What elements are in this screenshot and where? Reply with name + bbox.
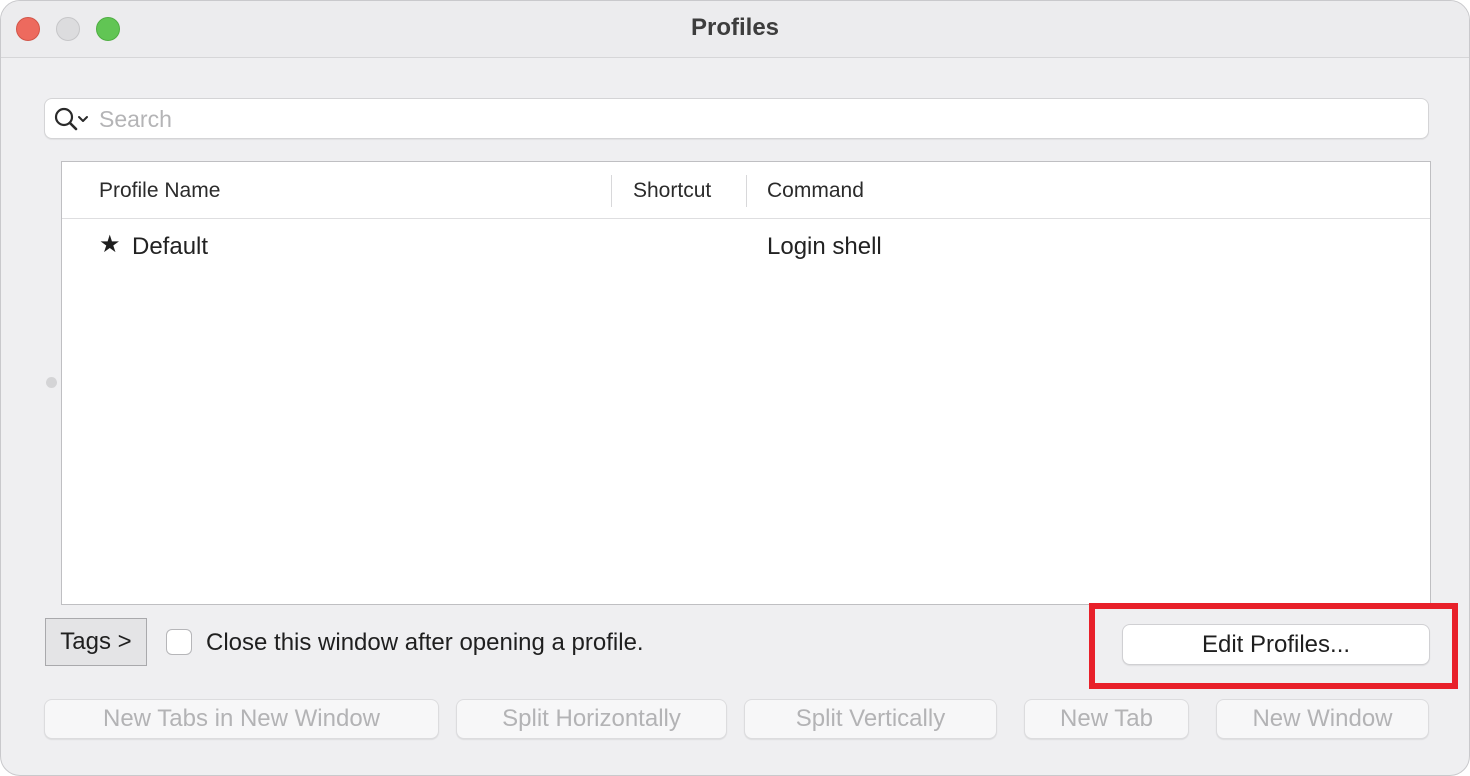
title-bar[interactable]: Profiles bbox=[1, 1, 1469, 58]
window-title: Profiles bbox=[690, 14, 780, 41]
column-header-command[interactable]: Command bbox=[767, 179, 864, 203]
close-after-open-checkbox[interactable] bbox=[166, 629, 192, 655]
search-field[interactable] bbox=[44, 98, 1429, 139]
split-horizontally-button[interactable]: Split Horizontally bbox=[456, 699, 727, 739]
new-tabs-in-new-window-button[interactable]: New Tabs in New Window bbox=[44, 699, 439, 739]
chevron-down-icon bbox=[78, 116, 88, 122]
profile-name-cell: Default bbox=[132, 233, 209, 260]
profiles-table[interactable]: Profile Name Shortcut Command ★ Default … bbox=[61, 161, 1431, 605]
command-cell: Login shell bbox=[767, 233, 882, 260]
resize-handle[interactable] bbox=[46, 377, 57, 388]
table-row[interactable]: ★ Default Login shell bbox=[62, 219, 1430, 275]
profiles-window: Profiles Profile Name Shortcut Command ★… bbox=[0, 0, 1470, 776]
split-vertically-button[interactable]: Split Vertically bbox=[744, 699, 997, 739]
close-after-open-label[interactable]: Close this window after opening a profil… bbox=[206, 629, 644, 657]
tags-toggle-button[interactable]: Tags > bbox=[45, 618, 147, 666]
new-window-button[interactable]: New Window bbox=[1216, 699, 1429, 739]
column-header-profile-name[interactable]: Profile Name bbox=[99, 179, 220, 203]
column-separator[interactable] bbox=[611, 175, 612, 207]
highlight-annotation bbox=[1089, 603, 1458, 689]
column-header-shortcut[interactable]: Shortcut bbox=[633, 179, 711, 203]
search-input[interactable] bbox=[99, 105, 1409, 133]
column-separator[interactable] bbox=[746, 175, 747, 207]
search-icon[interactable] bbox=[54, 106, 94, 132]
new-tab-button[interactable]: New Tab bbox=[1024, 699, 1189, 739]
table-header: Profile Name Shortcut Command bbox=[62, 162, 1430, 219]
star-icon: ★ bbox=[99, 231, 121, 258]
